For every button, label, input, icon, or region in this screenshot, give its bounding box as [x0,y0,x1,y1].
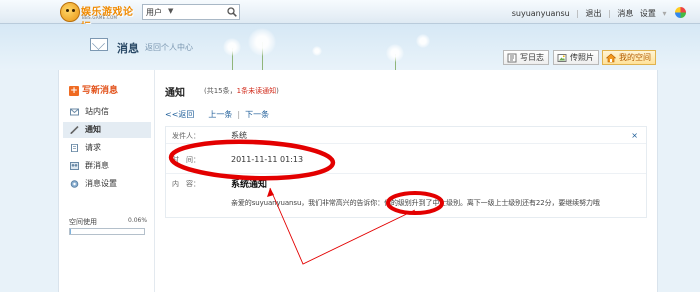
plus-icon: + [69,86,79,96]
count-suffix: ) [276,87,279,95]
search-icon[interactable] [227,7,237,17]
page-banner: 消息 返回个人中心 写日志 传照片 我的空间 [0,24,700,70]
sidebar-item-notifications[interactable]: 通知 [63,122,151,138]
sidebar-item-inbox[interactable]: 站内信 [63,104,151,120]
count-prefix: (共15条， [204,87,237,95]
sidebar: + 写新消息 站内信 通知 请求 群消息 消息设置 空间使用 0.06% [59,70,155,292]
dandelion-decoration [386,44,404,62]
previous-link[interactable]: 上一条 [208,110,232,119]
sidebar-item-message-settings[interactable]: 消息设置 [63,176,151,192]
notice-title: 系统通知 [231,180,268,190]
search-box: 用户 ▼ [142,4,240,20]
write-blog-label: 写日志 [520,53,544,62]
my-space-label: 我的空间 [619,53,651,62]
close-icon[interactable]: × [631,131,638,140]
upload-photo-button[interactable]: 传照片 [553,50,599,65]
sender-label: 发件人： [172,132,200,140]
content-label: 内 容： [172,180,200,188]
unread-count-link[interactable]: 1条未读通知 [237,87,276,95]
main-panel: +写新消息 站内信 通知 请求 群消息 消息设置 空间使用 0.06% 通知 [58,70,658,292]
section-title: 通知 [165,88,185,99]
sender-row: 发件人： 系统 × [166,127,646,144]
sidebar-item-label: 通知 [85,125,101,134]
dandelion-decoration [416,34,430,48]
compose-label: 写新消息 [82,86,119,96]
messages-link[interactable]: 消息 [617,9,633,18]
logo-subtext: BBS.GAME.COM [82,15,118,20]
next-link[interactable]: 下一条 [245,110,269,119]
divider: | [576,9,579,18]
search-scope-select[interactable]: 用户 [146,7,162,18]
storage-usage-fill [70,229,71,234]
user-links: suyuanyuansu | 退出 | 消息 设置 ▾ [508,7,686,19]
divider: | [237,110,241,119]
sidebar-item-label: 站内信 [85,107,109,116]
site-logo[interactable]: 娱乐游戏论坛 BBS.GAME.COM [60,2,136,33]
dandelion-decoration [312,46,322,56]
envelope-icon [90,38,108,51]
storage-usage-percent: 0.06% [128,217,148,224]
upload-photo-label: 传照片 [570,53,594,62]
document-icon [71,144,78,152]
time-row: 时 间： 2011-11-11 01:13 [166,144,646,174]
storage-usage-bar [69,228,145,235]
gear-icon [70,180,79,188]
username-link[interactable]: suyuanyuansu [512,9,570,18]
sidebar-item-requests[interactable]: 请求 [63,140,151,156]
time-value: 2011-11-11 01:13 [231,155,304,164]
dandelion-decoration [248,28,276,56]
sidebar-item-group-messages[interactable]: 群消息 [63,158,151,174]
logout-link[interactable]: 退出 [586,9,602,18]
home-icon [606,53,616,63]
write-blog-button[interactable]: 写日志 [503,50,549,65]
photo-icon [557,54,567,62]
chevron-down-icon[interactable]: ▼ [168,7,173,15]
message-content: 通知 (共15条，1条未读通知) <<返回 上一条 | 下一条 发件人： 系统 × 时… [165,70,655,292]
search-input[interactable] [177,6,225,18]
compose-message-button[interactable]: + 写新消息 [69,83,118,96]
envelope-icon [70,108,79,116]
settings-link[interactable]: 设置 [640,9,656,18]
sidebar-item-label: 群消息 [85,161,109,170]
sender-value: 系统 [231,131,247,140]
mascot-icon [60,2,80,22]
settings-caret-icon[interactable]: ▾ [662,9,666,18]
notification-count: (共15条，1条未读通知) [204,86,279,96]
page-title: 消息 [117,42,139,55]
apps-icon[interactable] [675,7,686,18]
time-label: 时 间： [172,156,200,164]
pencil-icon [70,126,79,134]
top-navigation-bar: 娱乐游戏论坛 BBS.GAME.COM 用户 ▼ suyuanyuansu | … [0,0,700,33]
message-navigation: <<返回 上一条 | 下一条 [165,109,269,120]
sidebar-item-label: 请求 [85,143,101,152]
storage-usage-label: 空间使用 [69,218,97,226]
sidebar-item-label: 消息设置 [85,179,117,188]
notice-body: 亲爱的suyuanyuansu，我们非常高兴的告诉你：你的级别升到了中士级别。离… [231,199,600,207]
group-icon [70,162,79,170]
my-space-button[interactable]: 我的空间 [602,50,656,65]
divider: | [608,9,611,18]
back-link[interactable]: <<返回 [165,110,194,119]
dandelion-decoration [223,38,241,56]
notebook-icon [507,53,517,63]
notification-detail: 发件人： 系统 × 时 间： 2011-11-11 01:13 内 容： 系统通… [165,126,647,218]
back-to-profile-link[interactable]: 返回个人中心 [145,42,193,53]
